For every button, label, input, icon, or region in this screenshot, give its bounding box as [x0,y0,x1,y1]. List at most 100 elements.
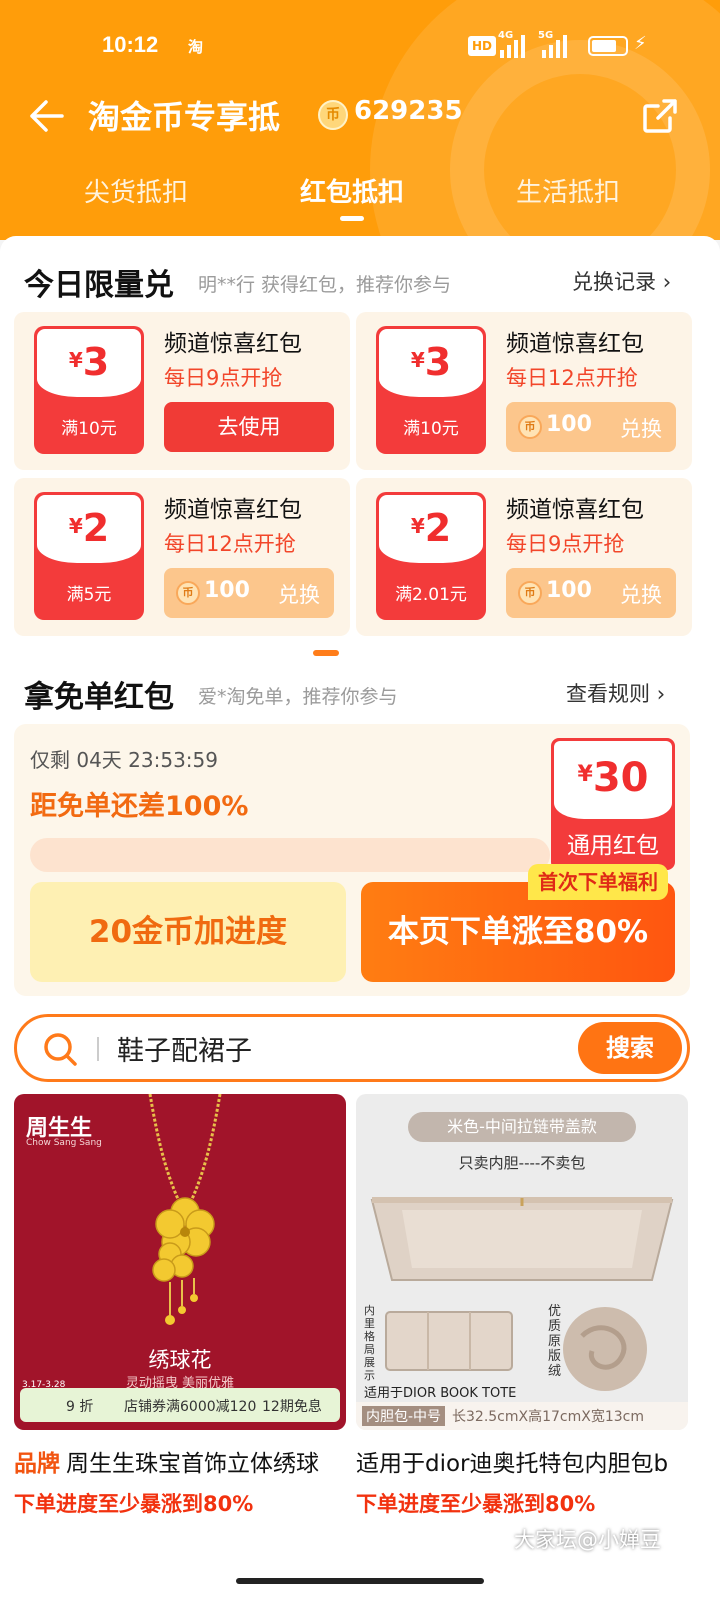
charging-icon: ⚡ [634,33,647,54]
main-content: 今日限量兑 明**行 获得红包，推荐你参与 兑换记录 › ¥3 满10元 频道惊… [0,236,720,1600]
coin-balance: 629235 [354,96,463,126]
size-variant: 内胆包-中号 [362,1406,446,1426]
coupon-amount: 2 [82,506,110,550]
promo-date: 3.17-3.28 [22,1380,66,1390]
free-order-card: 仅剩 04天 23:53:59 距免单还差100% ¥30 通用红包 20金币加… [14,724,690,996]
currency-symbol: ¥ [410,514,425,538]
search-divider [97,1037,99,1061]
exchange-button[interactable]: 币 100 兑换 [506,568,676,618]
brand-badge: 品牌 [14,1451,60,1477]
search-icon [44,1033,77,1066]
add-progress-coin-button[interactable]: 20金币加进度 [30,882,346,982]
general-red-packet: ¥30 通用红包 [551,738,675,870]
coupon-name: 频道惊喜红包 [506,497,644,523]
product-image[interactable]: 米色-中间拉链带盖款 只卖内胆----不卖包 内里格局展示 优质原版绒 适用于D… [356,1094,688,1430]
product-image[interactable]: 周生生 Chow Sang Sang 绣球花 灵动摇曳 美丽优雅 9 折 店铺券… [14,1094,346,1430]
exchange-label: 兑换 [620,583,662,607]
coupon-card[interactable]: ¥2 满2.01元 频道惊喜红包 每日9点开抢 币 100 兑换 [356,478,692,636]
coupon-amount: 3 [82,340,110,384]
exchange-label: 兑换 [278,583,320,607]
necklace-image [148,1094,222,1325]
use-coupon-button[interactable]: 去使用 [164,402,334,452]
coin-icon: 币 [318,100,348,130]
coupon-ticket: ¥2 满2.01元 [376,492,486,620]
red-packet-amount: 30 [592,755,649,801]
free-order-section-subtitle: 爱*淘免单，推荐你参与 [198,686,398,708]
exchange-button[interactable]: 币 100 兑换 [506,402,676,452]
status-bar: 10:12 淘 HD 4G 5G ⚡ [0,28,720,68]
chevron-right-icon: › [662,270,672,294]
exchange-history-link[interactable]: 兑换记录 › [572,266,671,296]
fit-text: 适用于DIOR BOOK TOTE [364,1386,517,1401]
coupon-amount: 2 [424,506,452,550]
hd-icon: HD [468,36,496,56]
installment-text: 12期免息 [262,1399,322,1415]
currency-symbol: ¥ [577,762,593,787]
search-button[interactable]: 搜索 [578,1022,682,1074]
coupon-amount: 3 [424,340,452,384]
coupon-card[interactable]: ¥3 满10元 频道惊喜红包 每日12点开抢 币 100 兑换 [356,312,692,470]
product-card[interactable]: 米色-中间拉链带盖款 只卖内胆----不卖包 内里格局展示 优质原版绒 适用于D… [356,1094,688,1518]
coupon-name: 频道惊喜红包 [506,331,644,357]
coin-cost: 100 [546,412,592,437]
watermark: 大家坛@小婵豆 [514,1528,661,1552]
coupon-card[interactable]: ¥3 满10元 频道惊喜红包 每日9点开抢 去使用 [14,312,350,470]
coin-icon: 币 [518,581,542,605]
home-indicator[interactable] [236,1578,484,1584]
product-title-text: 周生生珠宝首饰立体绣球 [66,1451,319,1477]
tab-bar: 尖货抵扣 红包抵扣 生活抵扣 [0,172,720,232]
product-note: 只卖内胆----不卖包 [458,1154,586,1172]
title-bar: 淘金币专享抵 币 629235 [0,88,720,142]
back-arrow-icon[interactable] [26,96,66,136]
product-image-caption: 绣球花 [148,1348,212,1372]
coupon-ticket: ¥3 满10元 [34,326,144,454]
coupon-condition: 满10元 [61,419,117,439]
exchange-label: 兑换 [620,417,662,441]
coupon-time: 每日12点开抢 [506,366,638,390]
coupon-name: 频道惊喜红包 [164,331,302,357]
tab-jianhuo[interactable]: 尖货抵扣 [36,172,236,209]
layout-side-text: 内里格局展示 [364,1304,375,1382]
size-strip: 内胆包-中号 长32.5cmX高17cmX宽13cm [356,1402,688,1430]
brand-logo-en: Chow Sang Sang [26,1138,102,1148]
red-packet-label: 通用红包 [567,833,659,859]
coupon-ticket: ¥2 满5元 [34,492,144,620]
size-dimensions: 长32.5cmX高17cmX宽13cm [452,1409,644,1425]
carousel-indicator [313,650,339,656]
coin-icon: 币 [176,581,200,605]
currency-symbol: ¥ [68,348,83,372]
bag-inner-layout-image [385,1311,513,1371]
coupon-time: 每日9点开抢 [506,532,625,556]
coupon-card[interactable]: ¥2 满5元 频道惊喜红包 每日12点开抢 币 100 兑换 [14,478,350,636]
velvet-fabric-image [563,1307,647,1391]
product-title[interactable]: 品牌 周生生珠宝首饰立体绣球 [14,1444,346,1478]
coupon-condition: 满2.01元 [395,585,467,605]
coin-cost: 100 [204,578,250,603]
tab-shenghuo[interactable]: 生活抵扣 [468,172,668,209]
velvet-side-text: 优质原版绒 [548,1304,562,1379]
coupon-ticket: ¥3 满10元 [376,326,486,454]
coupon-time: 每日9点开抢 [164,366,283,390]
product-card[interactable]: 周生生 Chow Sang Sang 绣球花 灵动摇曳 美丽优雅 9 折 店铺券… [14,1094,346,1518]
view-rules-link[interactable]: 查看规则 › [566,678,665,708]
view-rules-label: 查看规则 [566,682,650,706]
product-promo: 下单进度至少暴涨到80% [14,1492,254,1516]
chevron-right-icon: › [656,682,666,706]
limited-section-subtitle: 明**行 获得红包，推荐你参与 [198,274,452,296]
currency-symbol: ¥ [410,348,425,372]
header: 10:12 淘 HD 4G 5G ⚡ 淘金币专享抵 币 629235 尖货抵扣 … [0,0,720,240]
product-title[interactable]: 适用于dior迪奥托特包内胆包b [356,1444,688,1478]
coupon-text: 店铺券满6000减120 [124,1399,257,1415]
coupon-name: 频道惊喜红包 [164,497,302,523]
exchange-button[interactable]: 币 100 兑换 [164,568,334,618]
share-icon[interactable] [640,96,680,136]
free-order-progress-bar [30,838,550,872]
tab-hongbao[interactable]: 红包抵扣 [252,172,452,209]
signal-icon [500,34,525,58]
product-promo: 下单进度至少暴涨到80% [356,1492,596,1516]
search-bar[interactable]: 鞋子配裙子 搜索 [14,1014,690,1082]
search-input[interactable]: 鞋子配裙子 [117,1029,252,1068]
coin-cost: 100 [546,578,592,603]
currency-symbol: ¥ [68,514,83,538]
discount-text: 9 折 [66,1399,94,1415]
